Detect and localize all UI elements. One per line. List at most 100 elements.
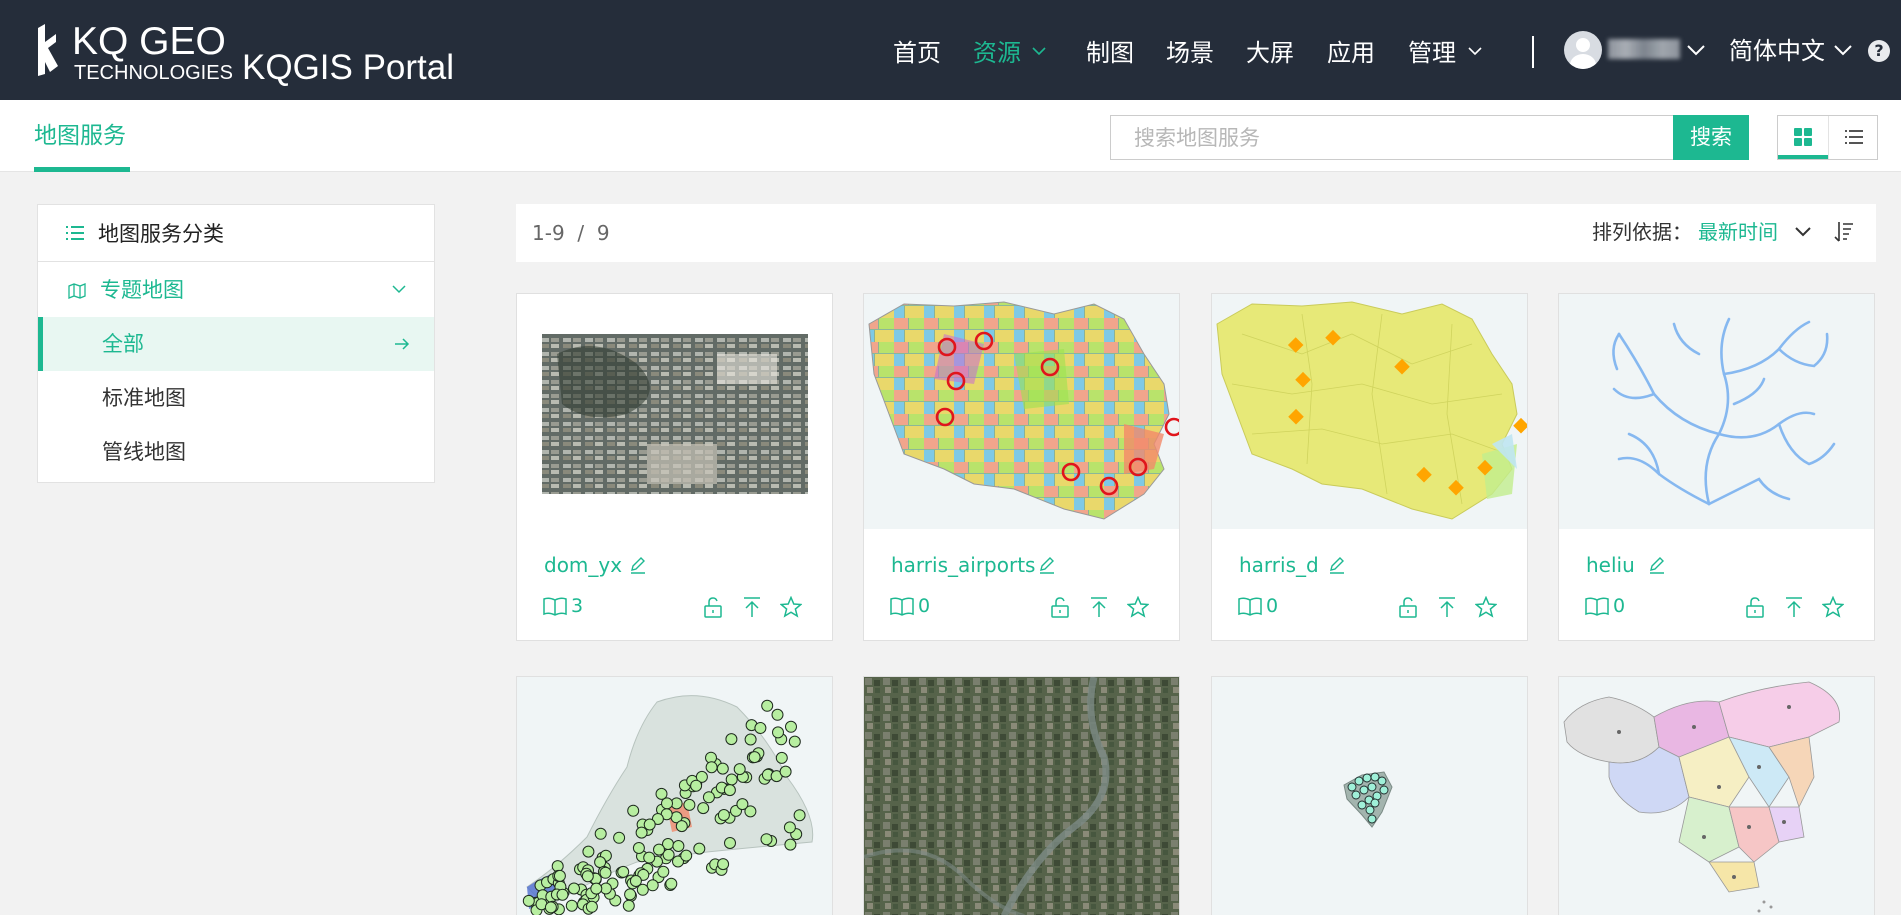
sidebar-header: 地图服务分类 (38, 205, 434, 262)
view-count: 0 (890, 595, 930, 618)
map-point (565, 899, 578, 912)
publish-icon[interactable] (1784, 596, 1804, 618)
grid-view-button[interactable] (1778, 116, 1828, 159)
map-point (629, 875, 642, 887)
map-card[interactable]: heliu 0 (1558, 293, 1875, 641)
map-card[interactable]: harris_d 0 (1211, 293, 1528, 641)
map-point (724, 837, 736, 849)
map-thumbnail[interactable] (1212, 294, 1527, 529)
sidebar-item-pipeline-map[interactable]: 管线地图 (38, 425, 434, 479)
unlock-icon[interactable] (1745, 596, 1765, 618)
map-point (672, 840, 685, 852)
list-view-button[interactable] (1828, 116, 1878, 159)
view-count-value: 0 (1613, 595, 1626, 617)
nav-apps[interactable]: 应用 (1327, 36, 1375, 70)
chevron-down-icon[interactable] (1795, 227, 1811, 237)
satellite-image-thumbnail (864, 677, 1179, 915)
map-icon (68, 283, 86, 299)
nav-home[interactable]: 首页 (893, 36, 941, 70)
sidebar-item-standard-map[interactable]: 标准地图 (38, 371, 434, 425)
river-map-thumbnail (1612, 317, 1836, 506)
unlock-icon[interactable] (1398, 596, 1418, 618)
view-toggle (1777, 115, 1878, 160)
username-blurred[interactable] (1608, 39, 1680, 59)
map-point (784, 838, 797, 851)
map-point (544, 901, 557, 914)
sidebar-group-thematic[interactable]: 专题地图 (38, 263, 434, 317)
publish-icon[interactable] (742, 596, 762, 618)
book-icon (1238, 597, 1262, 616)
nav-scene[interactable]: 场景 (1166, 36, 1214, 70)
language-selector[interactable]: 简体中文 (1729, 34, 1825, 68)
map-point (705, 761, 718, 774)
map-point (653, 843, 665, 856)
nav-resources[interactable]: 资源 (973, 36, 1021, 70)
map-point (585, 900, 598, 913)
map-card[interactable] (863, 676, 1180, 915)
map-name[interactable]: heliu (1586, 552, 1635, 578)
edit-icon[interactable] (1648, 556, 1666, 574)
edit-icon[interactable] (629, 556, 647, 574)
map-name[interactable]: dom_yx (544, 552, 622, 578)
sort-order-icon[interactable] (1834, 221, 1854, 243)
sort-label: 排列依据： (1592, 220, 1692, 244)
search-box (1110, 115, 1674, 160)
map-thumbnail[interactable] (1212, 677, 1527, 915)
category-sidebar: 地图服务分类 专题地图 全部 标准地图 管线地图 (37, 204, 435, 483)
map-point (723, 784, 736, 797)
edit-icon[interactable] (1038, 556, 1056, 574)
page-title[interactable]: 地图服务 (34, 120, 126, 152)
chevron-down-icon[interactable] (1468, 47, 1482, 56)
map-card[interactable] (1211, 676, 1528, 915)
result-count: 1-9 / 9 (532, 220, 610, 246)
edit-icon[interactable] (1328, 556, 1346, 574)
sidebar-item-all[interactable]: 全部 (38, 317, 434, 371)
map-thumbnail[interactable] (864, 677, 1179, 915)
map-thumbnail[interactable] (1559, 677, 1874, 915)
search-input[interactable] (1111, 116, 1673, 159)
nav-big-screen[interactable]: 大屏 (1246, 36, 1294, 70)
search-button[interactable]: 搜索 (1673, 115, 1749, 160)
map-card[interactable]: harris_airports 0 (863, 293, 1180, 641)
star-icon[interactable] (1822, 596, 1844, 618)
map-point (617, 865, 630, 878)
star-icon[interactable] (780, 596, 802, 618)
nav-manage[interactable]: 管理 (1408, 36, 1456, 70)
map-point (793, 809, 806, 822)
view-count: 0 (1585, 595, 1625, 618)
chevron-down-icon[interactable] (1834, 45, 1852, 56)
map-card[interactable] (516, 676, 833, 915)
map-name[interactable]: harris_airports (891, 552, 1035, 578)
sort-dropdown[interactable]: 最新时间 (1698, 219, 1778, 245)
publish-icon[interactable] (1089, 596, 1109, 618)
map-point (788, 735, 801, 748)
user-avatar[interactable] (1564, 31, 1602, 69)
chevron-down-icon[interactable] (1032, 47, 1046, 56)
map-thumbnail[interactable] (517, 294, 832, 529)
help-icon[interactable]: ? (1868, 40, 1890, 62)
map-thumbnail[interactable] (864, 294, 1179, 529)
publish-icon[interactable] (1437, 596, 1457, 618)
unlock-icon[interactable] (703, 596, 723, 618)
nav-divider (1532, 36, 1534, 68)
sidebar-heading: 地图服务分类 (98, 222, 224, 246)
sidebar-group-label: 专题地图 (100, 278, 184, 302)
chevron-down-icon[interactable] (392, 285, 406, 294)
map-thumbnail[interactable] (517, 677, 832, 915)
map-name[interactable]: harris_d (1239, 552, 1319, 578)
map-point (582, 845, 595, 858)
map-point (783, 821, 796, 834)
map-thumbnail[interactable] (1559, 294, 1874, 529)
map-card[interactable]: dom_yx 3 (516, 293, 833, 641)
star-icon[interactable] (1127, 596, 1149, 618)
map-card[interactable] (1558, 676, 1875, 915)
nav-mapping[interactable]: 制图 (1086, 36, 1134, 70)
star-icon[interactable] (1475, 596, 1497, 618)
active-tab-indicator (34, 167, 130, 172)
map-point (697, 802, 710, 815)
sidebar-item-label: 全部 (102, 332, 144, 356)
kq-geo-logo[interactable]: KQ GEO TECHNOLOGIES (36, 20, 233, 84)
unlock-icon[interactable] (1050, 596, 1070, 618)
chevron-down-icon[interactable] (1687, 45, 1705, 56)
map-point (655, 787, 668, 800)
